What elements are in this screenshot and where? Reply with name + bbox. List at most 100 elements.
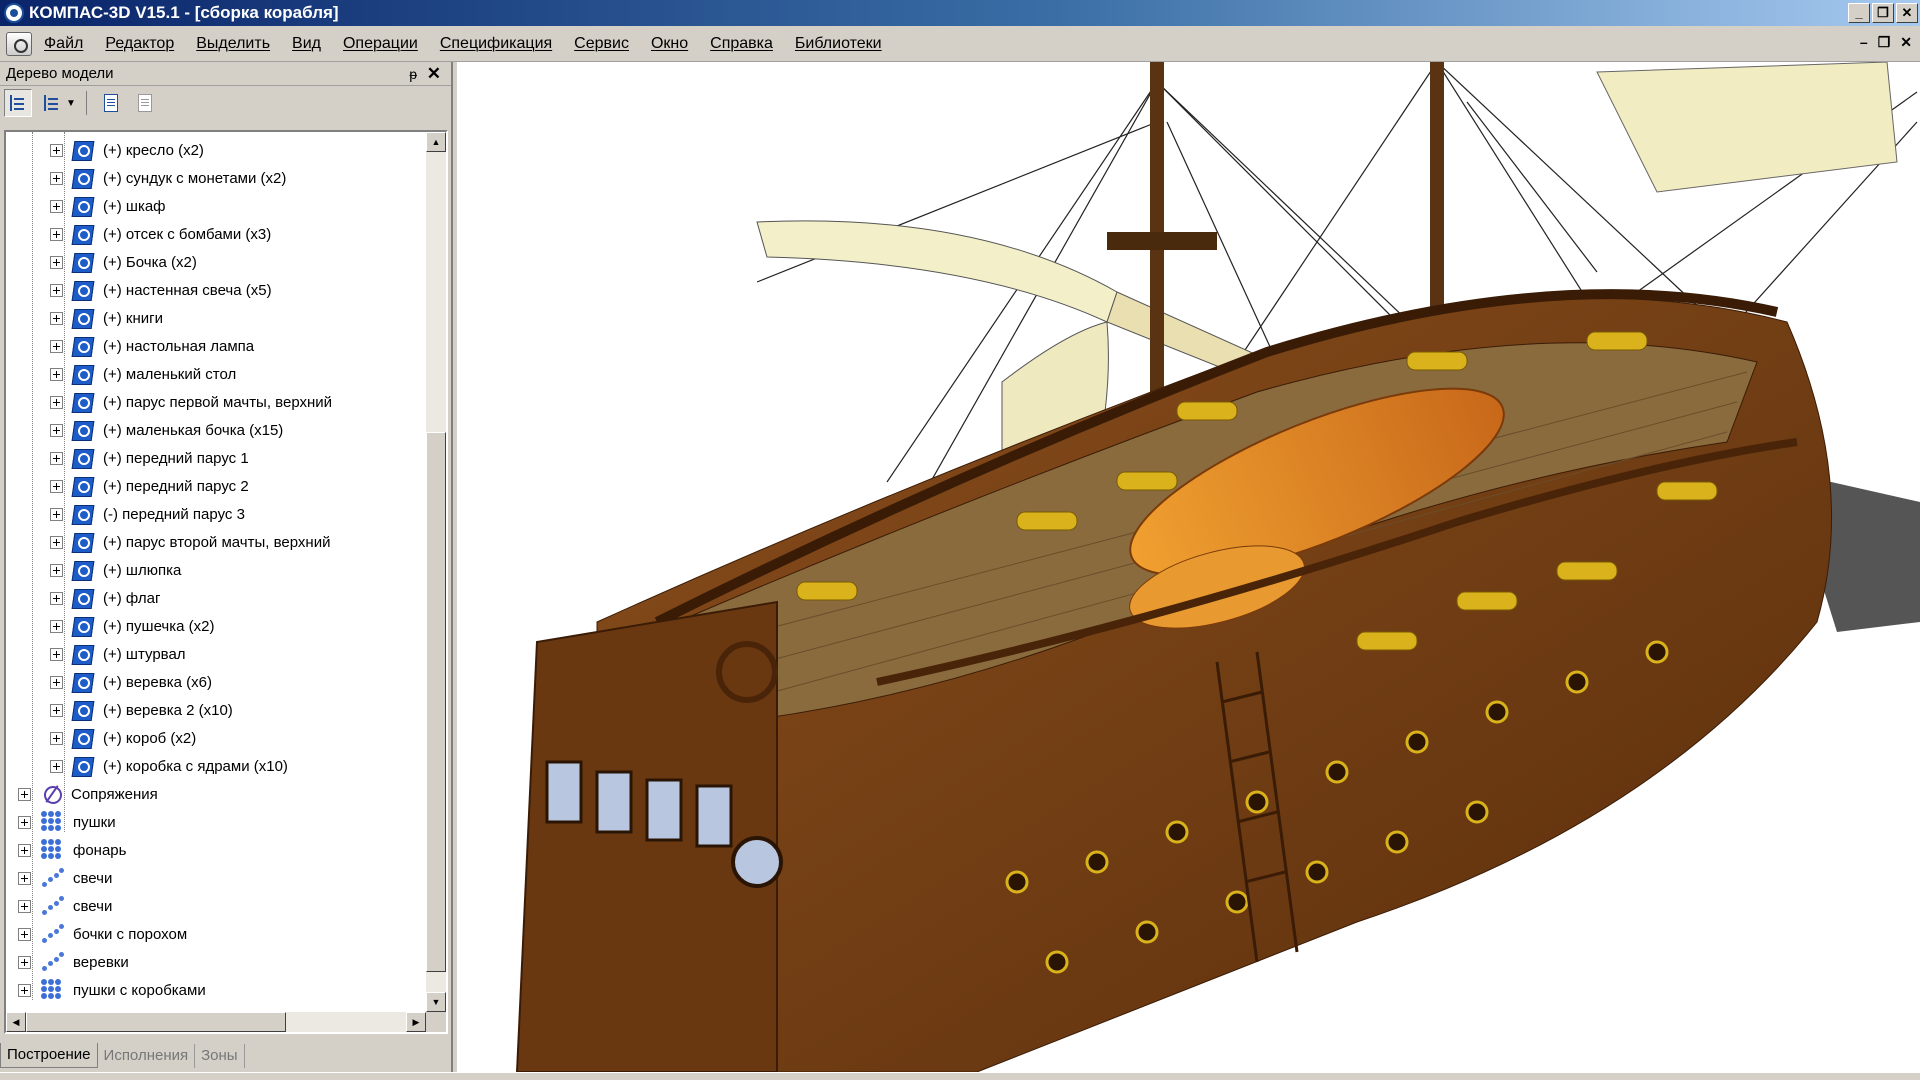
menu-view[interactable]: Вид: [292, 35, 321, 53]
expand-icon[interactable]: [50, 171, 63, 185]
expand-icon[interactable]: [50, 311, 63, 325]
vertical-scrollbar[interactable]: ▲ ▼: [426, 132, 446, 1012]
expand-icon[interactable]: [50, 479, 63, 493]
expand-icon[interactable]: [18, 787, 31, 801]
expand-icon[interactable]: [50, 647, 63, 661]
expand-icon[interactable]: [50, 199, 63, 213]
expand-icon[interactable]: [50, 395, 63, 409]
tree-item-component[interactable]: (+) кресло (x2): [50, 136, 204, 164]
tree-item-group[interactable]: свечи: [18, 892, 112, 920]
menu-window[interactable]: Окно: [651, 35, 688, 53]
horizontal-scrollbar[interactable]: ◀ ▶: [6, 1012, 426, 1032]
tree-item-component[interactable]: (+) маленькая бочка (x15): [50, 416, 283, 444]
close-button[interactable]: ✕: [1896, 3, 1918, 23]
tree-item-component[interactable]: (-) передний парус 3: [50, 500, 245, 528]
chevron-down-icon[interactable]: ▼: [66, 98, 76, 109]
expand-icon[interactable]: [18, 955, 31, 969]
tree-item-component[interactable]: (+) настольная лампа: [50, 332, 254, 360]
expand-icon[interactable]: [50, 591, 63, 605]
menu-select[interactable]: Выделить: [196, 35, 270, 53]
doc-restore-button[interactable]: ❐: [1878, 34, 1891, 51]
tree-item-component[interactable]: (+) пушечка (x2): [50, 612, 214, 640]
tree-item-component[interactable]: (+) штурвал: [50, 640, 186, 668]
expand-icon[interactable]: [50, 367, 63, 381]
scroll-down-arrow[interactable]: ▼: [426, 992, 446, 1012]
tree-item-component[interactable]: (+) передний парус 1: [50, 444, 249, 472]
tree-item-component[interactable]: (+) шкаф: [50, 192, 166, 220]
doc-close-button[interactable]: ✕: [1900, 34, 1912, 51]
document-icon[interactable]: [6, 31, 32, 56]
pin-icon[interactable]: ᵽ: [409, 66, 417, 82]
expand-icon[interactable]: [50, 759, 63, 773]
expand-icon[interactable]: [18, 815, 31, 829]
kompas-app-icon[interactable]: [4, 3, 24, 23]
expand-icon[interactable]: [18, 871, 31, 885]
expand-icon[interactable]: [50, 143, 63, 157]
ship-model-render[interactable]: [457, 62, 1920, 1072]
tree-item-component[interactable]: (+) короб (x2): [50, 724, 196, 752]
tree-item-component[interactable]: (+) шлюпка: [50, 556, 181, 584]
3d-viewport[interactable]: [457, 62, 1920, 1072]
tree-item-component[interactable]: (+) настенная свеча (x5): [50, 276, 272, 304]
tree-item-group[interactable]: бочки с порохом: [18, 920, 187, 948]
expand-icon[interactable]: [50, 451, 63, 465]
menu-libraries[interactable]: Библиотеки: [795, 35, 882, 53]
expand-icon[interactable]: [50, 563, 63, 577]
menu-help[interactable]: Справка: [710, 35, 773, 53]
horizontal-scroll-thumb[interactable]: [26, 1012, 286, 1032]
tree-view-mode-button[interactable]: [38, 89, 66, 117]
tree-item-component[interactable]: (+) парус второй мачты, верхний: [50, 528, 330, 556]
expand-icon[interactable]: [50, 675, 63, 689]
tree-item-component[interactable]: (+) флаг: [50, 584, 161, 612]
menu-editor[interactable]: Редактор: [105, 35, 174, 53]
doc-minimize-button[interactable]: –: [1860, 34, 1868, 51]
expand-icon[interactable]: [50, 731, 63, 745]
tab-build[interactable]: Построение: [0, 1043, 98, 1068]
expand-icon[interactable]: [50, 283, 63, 297]
model-tree[interactable]: (+) кресло (x2) (+) сундук с монетами (x2…: [4, 130, 448, 1034]
expand-icon[interactable]: [50, 339, 63, 353]
tree-item-component[interactable]: (+) коробка с ядрами (x10): [50, 752, 288, 780]
sheet-button[interactable]: [97, 89, 125, 117]
expand-icon[interactable]: [50, 423, 63, 437]
menu-service[interactable]: Сервис: [574, 35, 629, 53]
expand-icon[interactable]: [18, 927, 31, 941]
tree-item-component[interactable]: (+) отсек с бомбами (x3): [50, 220, 271, 248]
expand-icon[interactable]: [50, 255, 63, 269]
sheet-disabled-button[interactable]: [131, 89, 159, 117]
tree-item-component[interactable]: (+) передний парус 2: [50, 472, 249, 500]
expand-icon[interactable]: [50, 227, 63, 241]
menu-file[interactable]: Файл: [44, 35, 83, 53]
expand-icon[interactable]: [50, 619, 63, 633]
tree-structure-button[interactable]: [4, 89, 32, 117]
expand-icon[interactable]: [18, 899, 31, 913]
maximize-button[interactable]: ❐: [1872, 3, 1894, 23]
tree-item-group[interactable]: свечи: [18, 864, 112, 892]
tree-item-component[interactable]: (+) веревка 2 (x10): [50, 696, 233, 724]
expand-icon[interactable]: [18, 983, 31, 997]
tree-item-component[interactable]: (+) парус первой мачты, верхний: [50, 388, 332, 416]
expand-icon[interactable]: [50, 703, 63, 717]
menu-operations[interactable]: Операции: [343, 35, 418, 53]
tree-item-component[interactable]: (+) книги: [50, 304, 163, 332]
panel-close-icon[interactable]: ✕: [427, 64, 441, 84]
tree-item-group[interactable]: пушки с коробками: [18, 976, 206, 1004]
tree-item-group[interactable]: веревки: [18, 948, 129, 976]
expand-icon[interactable]: [18, 843, 31, 857]
tab-zones[interactable]: Зоны: [195, 1044, 245, 1068]
minimize-button[interactable]: _: [1848, 3, 1870, 23]
scroll-left-arrow[interactable]: ◀: [6, 1012, 26, 1032]
expand-icon[interactable]: [50, 535, 63, 549]
tree-item-group[interactable]: пушки: [18, 808, 116, 836]
tree-item-group[interactable]: фонарь: [18, 836, 126, 864]
expand-icon[interactable]: [50, 507, 63, 521]
scroll-right-arrow[interactable]: ▶: [406, 1012, 426, 1032]
menu-specification[interactable]: Спецификация: [440, 35, 552, 53]
tab-variants[interactable]: Исполнения: [98, 1044, 196, 1068]
tree-item-component[interactable]: (+) сундук с монетами (x2): [50, 164, 286, 192]
vertical-scroll-thumb[interactable]: [426, 432, 446, 972]
tree-item-component[interactable]: (+) маленький стол: [50, 360, 236, 388]
tree-item-group[interactable]: Сопряжения: [18, 780, 158, 808]
tree-item-component[interactable]: (+) веревка (x6): [50, 668, 212, 696]
tree-item-component[interactable]: (+) Бочка (x2): [50, 248, 197, 276]
